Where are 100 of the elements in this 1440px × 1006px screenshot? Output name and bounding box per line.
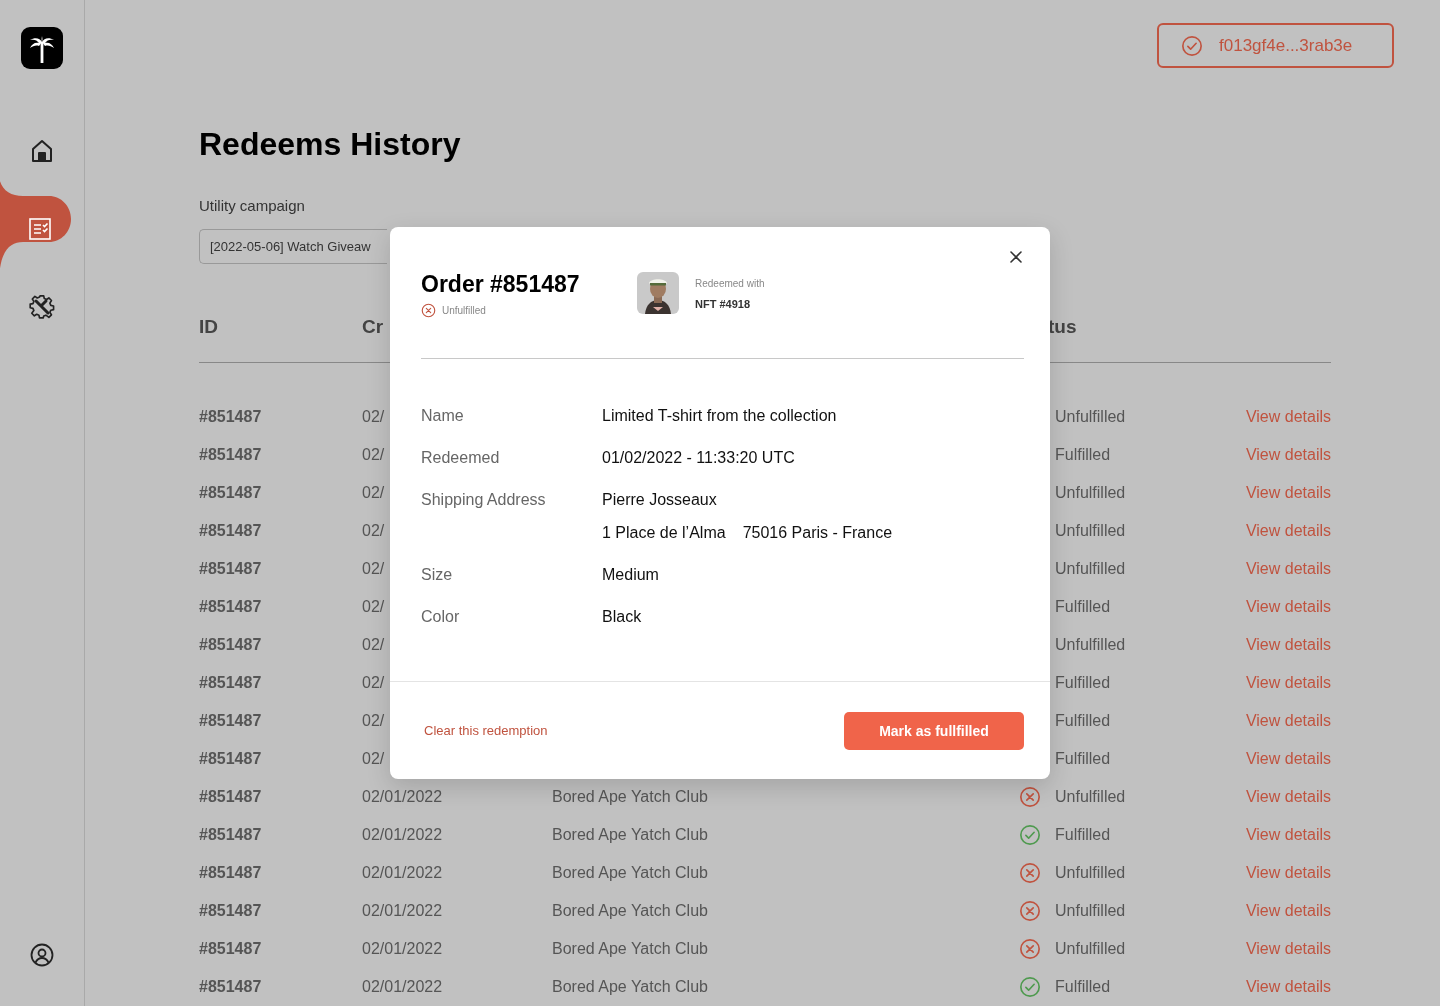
table-cell: #851487: [199, 978, 262, 996]
table-cell: #851487: [199, 826, 262, 844]
column-header: ID: [199, 314, 218, 339]
detail-label: Size: [421, 565, 454, 585]
table-cell: 02/01/2022: [362, 902, 443, 920]
detail-value: 75016 Paris - France: [742, 523, 893, 543]
table-cell: 02/: [362, 636, 385, 654]
table-cell: 02/: [362, 484, 385, 502]
gear-wrench-icon: [29, 294, 55, 320]
table-cell: #851487: [199, 902, 262, 920]
view-details-link[interactable]: View details: [1245, 636, 1331, 654]
detail-value: 01/02/2022 - 11:33:20 UTC: [602, 448, 796, 468]
table-cell: #851487: [199, 636, 262, 654]
table-cell: #851487: [199, 940, 262, 958]
table-cell: Bored Ape Yatch Club: [552, 978, 708, 996]
clear-redemption-link[interactable]: Clear this redemption: [424, 723, 548, 738]
view-details-link[interactable]: View details: [1245, 712, 1331, 730]
view-details-link[interactable]: View details: [1245, 522, 1331, 540]
column-header: tus: [1048, 314, 1077, 339]
status-text: Fulfilled: [1055, 826, 1111, 844]
palm-logo: [21, 27, 63, 69]
table-cell: 02/: [362, 522, 385, 540]
detail-label: Name: [421, 406, 465, 426]
view-details-link[interactable]: View details: [1245, 598, 1331, 616]
view-details-link[interactable]: View details: [1245, 446, 1331, 464]
table-cell: 02/01/2022: [362, 826, 443, 844]
status-text: Unfulfilled: [1055, 864, 1126, 882]
table-cell: 02/01/2022: [362, 940, 443, 958]
nft-name: NFT #4918: [695, 298, 752, 310]
table-cell: 02/01/2022: [362, 788, 443, 806]
table-cell: 02/: [362, 712, 385, 730]
field-label: Utility campaign: [199, 196, 305, 216]
view-details-link[interactable]: View details: [1245, 750, 1331, 768]
table-cell: 02/: [362, 598, 385, 616]
detail-value: Medium: [602, 565, 660, 585]
table-cell: 02/: [362, 408, 385, 426]
table-cell: #851487: [199, 446, 262, 464]
status-text: Fulfilled: [1055, 750, 1111, 768]
detail-value: 1 Place de l’Alma: [602, 523, 726, 543]
detail-value: Pierre Josseaux: [602, 490, 718, 510]
close-icon[interactable]: [1008, 249, 1024, 265]
table-cell: #851487: [199, 788, 262, 806]
mark-fulfilled-button[interactable]: Mark as fullfilled: [844, 711, 1024, 750]
modal-title: Order #851487: [421, 270, 581, 298]
detail-label: Redeemed: [421, 448, 501, 468]
table-cell: Bored Ape Yatch Club: [552, 902, 708, 920]
status-text: Unfulfilled: [1055, 902, 1126, 920]
table-cell: 02/01/2022: [362, 978, 443, 996]
table-cell: #851487: [199, 408, 262, 426]
detail-value: Limited T-shirt from the collection: [602, 406, 838, 426]
status-text: Unfulfilled: [442, 305, 486, 316]
view-details-link[interactable]: View details: [1245, 408, 1331, 426]
checklist-icon: [29, 218, 51, 240]
view-details-link[interactable]: View details: [1245, 788, 1331, 806]
view-details-link[interactable]: View details: [1245, 674, 1331, 692]
wallet-button[interactable]: f013gf4e...3rab3e: [1157, 23, 1394, 68]
table-cell: Bored Ape Yatch Club: [552, 788, 708, 806]
page-title: Redeems History: [199, 125, 461, 164]
view-details-link[interactable]: View details: [1245, 864, 1331, 882]
view-details-link[interactable]: View details: [1245, 826, 1331, 844]
detail-label: Shipping Address: [421, 490, 547, 510]
table-cell: #851487: [199, 674, 262, 692]
detail-value: Black: [602, 607, 643, 627]
table-cell: #851487: [199, 484, 262, 502]
check-circle-icon: [1181, 34, 1203, 57]
table-cell: 02/: [362, 674, 385, 692]
campaign-select[interactable]: [2022-05-06] Watch Giveaw: [199, 229, 387, 264]
view-details-link[interactable]: View details: [1245, 940, 1331, 958]
table-cell: Bored Ape Yatch Club: [552, 826, 708, 844]
table-cell: #851487: [199, 712, 262, 730]
status-text: Unfulfilled: [1055, 940, 1126, 958]
status-text: Unfulfilled: [1055, 484, 1126, 502]
status-text: Fulfilled: [1055, 674, 1111, 692]
status-text: Fulfilled: [1055, 712, 1111, 730]
view-details-link[interactable]: View details: [1245, 902, 1331, 920]
status-text: Fulfilled: [1055, 978, 1111, 996]
table-cell: #851487: [199, 598, 262, 616]
table-cell: 02/: [362, 560, 385, 578]
status-text: Unfulfilled: [1055, 560, 1126, 578]
status-text: Unfulfilled: [1055, 636, 1126, 654]
table-cell: #851487: [199, 560, 262, 578]
table-cell: #851487: [199, 522, 262, 540]
user-icon[interactable]: [30, 943, 54, 967]
table-cell: Bored Ape Yatch Club: [552, 864, 708, 882]
view-details-link[interactable]: View details: [1245, 484, 1331, 502]
status-text: Unfulfilled: [1055, 408, 1126, 426]
status-text: Unfulfilled: [1055, 788, 1126, 806]
view-details-link[interactable]: View details: [1245, 560, 1331, 578]
view-details-link[interactable]: View details: [1245, 978, 1331, 996]
table-cell: 02/01/2022: [362, 864, 443, 882]
status-text: Unfulfilled: [1055, 522, 1126, 540]
detail-label: Color: [421, 607, 461, 627]
home-icon: [31, 139, 53, 163]
status-text: Fulfilled: [1055, 446, 1111, 464]
table-cell: 02/: [362, 446, 385, 464]
table-cell: 02/: [362, 750, 385, 768]
caption: Redeemed with: [695, 278, 765, 290]
status-text: Fulfilled: [1055, 598, 1111, 616]
table-cell: #851487: [199, 750, 262, 768]
table-cell: #851487: [199, 864, 262, 882]
